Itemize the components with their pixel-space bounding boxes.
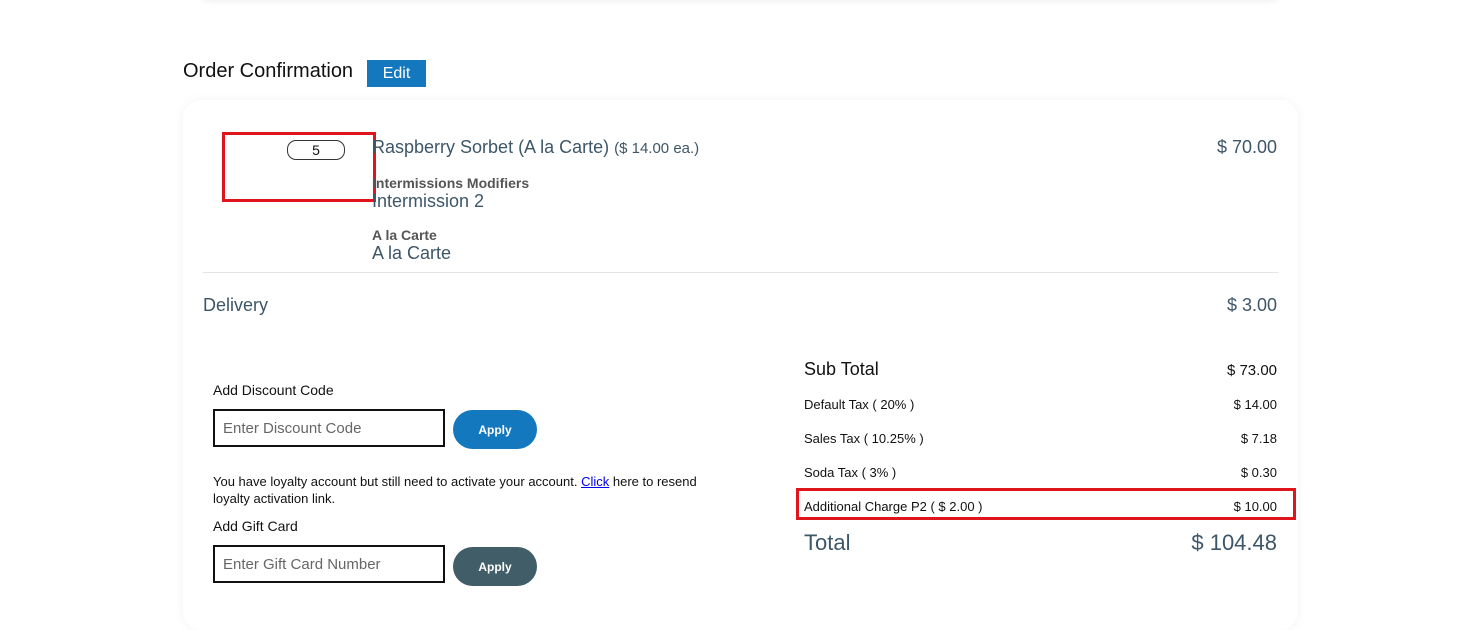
item-price-each: ($ 14.00 ea.) <box>614 140 700 157</box>
apply-discount-button[interactable]: Apply <box>453 410 537 449</box>
loyalty-text-before: You have loyalty account but still need … <box>213 474 582 489</box>
tax-value: $ 0.30 <box>1240 465 1277 480</box>
subtotal-label: Sub Total <box>804 359 879 379</box>
divider <box>203 272 1278 273</box>
resend-activation-link[interactable]: Click <box>581 474 609 489</box>
item-name: Raspberry Sorbet (A la Carte) <box>372 137 610 157</box>
tax-label: Soda Tax ( 3% ) <box>804 465 897 480</box>
loyalty-message: You have loyalty account but still need … <box>213 473 713 507</box>
modifier-value: Intermission 2 <box>372 191 485 211</box>
discount-code-input[interactable] <box>213 409 445 447</box>
item-total: $ 70.00 <box>1216 137 1277 157</box>
gift-card-input[interactable] <box>213 545 445 583</box>
quantity-highlight-box <box>222 132 376 202</box>
discount-label: Add Discount Code <box>213 382 334 398</box>
item-name-line: Raspberry Sorbet (A la Carte) ($ 14.00 e… <box>372 137 699 158</box>
subtotal-value: $ 73.00 <box>1226 362 1277 379</box>
tax-label: Sales Tax ( 10.25% ) <box>804 431 924 446</box>
edit-button[interactable]: Edit <box>367 60 426 87</box>
gift-card-label: Add Gift Card <box>213 518 298 534</box>
tax-value: $ 14.00 <box>1233 397 1277 412</box>
total-label: Total <box>804 530 851 555</box>
tax-label: Default Tax ( 20% ) <box>804 397 915 412</box>
delivery-label: Delivery <box>203 295 269 315</box>
modifier-label: A la Carte <box>372 227 437 243</box>
apply-gift-card-button[interactable]: Apply <box>453 547 537 586</box>
page-title: Order Confirmation <box>183 60 354 82</box>
delivery-price: $ 3.00 <box>1226 295 1277 315</box>
tax-value: $ 7.18 <box>1240 431 1277 446</box>
modifier-value: A la Carte <box>372 243 452 263</box>
total-value: $ 104.48 <box>1191 530 1277 555</box>
modifier-label: Intermissions Modifiers <box>372 175 530 191</box>
additional-charge-highlight-box <box>796 488 1296 520</box>
